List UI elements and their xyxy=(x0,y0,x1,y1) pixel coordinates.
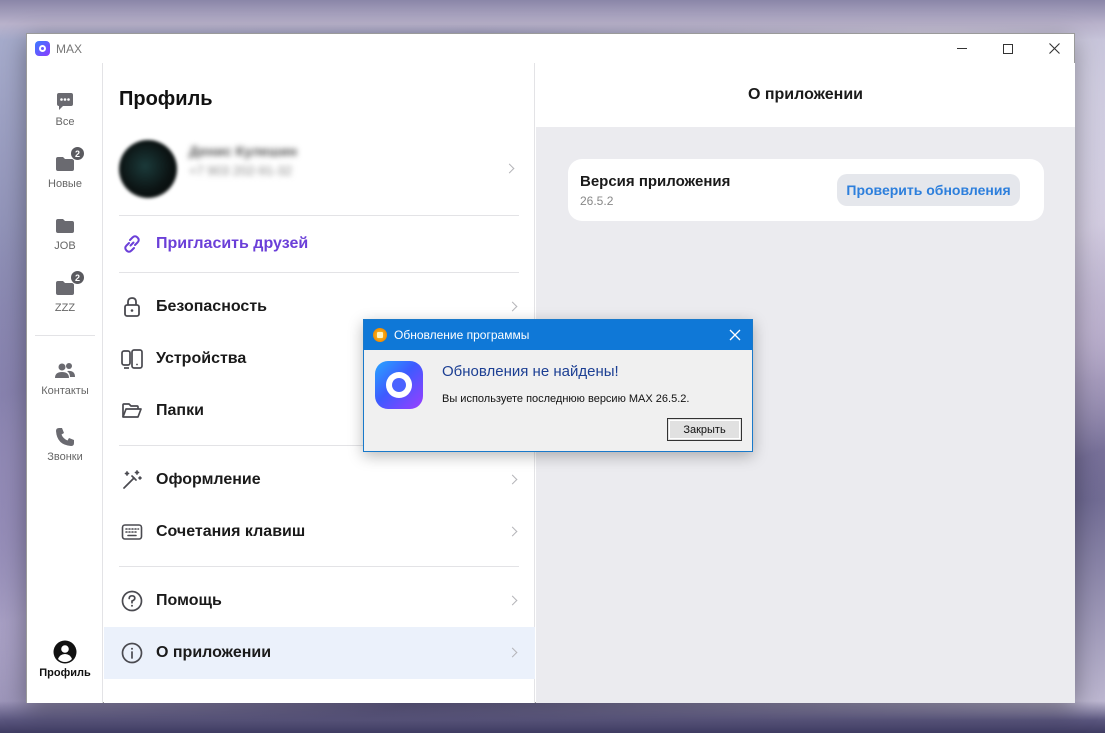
info-icon xyxy=(120,641,144,665)
lock-icon xyxy=(120,295,144,319)
dialog-message: Вы используете последнюю версию MAX 26.5… xyxy=(442,393,690,405)
chat-bubble-icon xyxy=(54,91,76,113)
close-icon xyxy=(1048,43,1060,54)
settings-item-label: Оформление xyxy=(156,471,261,488)
devices-icon xyxy=(120,347,144,371)
rail-item-label: Звонки xyxy=(47,451,83,463)
rail-item-new[interactable]: 2 Новые xyxy=(27,146,103,190)
version-value: 26.5.2 xyxy=(580,194,614,208)
divider xyxy=(119,215,519,216)
rail-item-label: JOB xyxy=(54,240,76,252)
minimize-icon xyxy=(957,48,967,49)
desktop-wallpaper-bottom xyxy=(0,701,1105,733)
update-app-icon xyxy=(373,328,387,342)
folder-icon: 2 xyxy=(54,146,85,175)
profile-card[interactable]: Денис Кулешин +7 903 202-91-32 xyxy=(119,135,519,201)
chevron-right-icon xyxy=(507,301,518,312)
rail-item-zzz[interactable]: 2 ZZZ xyxy=(27,270,103,314)
version-label: Версия приложения xyxy=(580,173,731,190)
rail-item-profile[interactable]: Профиль xyxy=(27,640,103,679)
dialog-heading: Обновления не найдены! xyxy=(442,363,619,380)
link-icon xyxy=(120,232,144,256)
rail-item-all[interactable]: Все xyxy=(27,91,103,128)
folder-open-icon xyxy=(120,399,144,423)
close-button[interactable] xyxy=(1031,34,1077,63)
settings-item-label: О приложении xyxy=(156,644,272,661)
settings-item-help[interactable]: Помощь xyxy=(104,575,535,627)
rail-item-calls[interactable]: Звонки xyxy=(27,426,103,463)
dialog-close-action-button[interactable]: Закрыть xyxy=(667,418,742,441)
settings-item-label: Безопасность xyxy=(156,298,267,315)
app-logo-icon xyxy=(35,41,50,56)
maximize-icon xyxy=(1003,43,1013,54)
invite-friends-label: Пригласить друзей xyxy=(156,235,309,252)
settings-item-appearance[interactable]: Оформление xyxy=(104,454,535,506)
unread-badge: 2 xyxy=(70,270,85,285)
rail-item-job[interactable]: JOB xyxy=(27,215,103,252)
dialog-titlebar[interactable]: Обновление программы xyxy=(364,320,752,350)
page-title: Профиль xyxy=(119,88,213,110)
chevron-right-icon xyxy=(507,595,518,606)
minimize-button[interactable] xyxy=(939,34,985,63)
profile-name: Денис Кулешин xyxy=(189,143,298,159)
about-title: О приложении xyxy=(747,86,864,103)
divider xyxy=(119,272,519,273)
check-updates-button[interactable]: Проверить обновления xyxy=(837,174,1020,206)
dialog-close-button[interactable] xyxy=(724,324,746,346)
magic-wand-icon xyxy=(120,468,144,492)
chevron-right-icon xyxy=(507,647,518,658)
rail-item-label: ZZZ xyxy=(54,302,76,314)
version-card: Версия приложения 26.5.2 Проверить обнов… xyxy=(568,159,1044,221)
rail-item-contacts[interactable]: Контакты xyxy=(27,360,103,397)
help-icon xyxy=(120,589,144,613)
settings-item-label: Сочетания клавиш xyxy=(156,523,306,540)
settings-item-shortcuts[interactable]: Сочетания клавиш xyxy=(104,506,535,558)
rail-item-label: Контакты xyxy=(41,385,89,397)
max-logo-icon xyxy=(375,361,423,409)
close-icon xyxy=(729,329,741,341)
rail-item-label: Новые xyxy=(48,178,82,190)
update-dialog: Обновление программы Обновления не найде… xyxy=(363,319,753,452)
chevron-right-icon xyxy=(507,526,518,537)
rail-divider xyxy=(35,335,95,336)
avatar xyxy=(119,140,177,198)
chevron-right-icon xyxy=(504,163,515,174)
about-header: О приложении xyxy=(536,63,1075,127)
folder-icon xyxy=(54,215,76,237)
window-title: MAX xyxy=(56,42,83,56)
phone-icon xyxy=(54,426,76,448)
contacts-icon xyxy=(54,360,76,382)
divider xyxy=(119,566,519,567)
settings-item-label: Папки xyxy=(156,402,204,419)
settings-item-about[interactable]: О приложении xyxy=(104,627,535,679)
rail-item-label: Все xyxy=(55,116,75,128)
nav-rail: Все 2 Новые JOB 2 ZZZ Контакты Звонки Пр… xyxy=(27,63,103,703)
dialog-title: Обновление программы xyxy=(394,328,530,342)
invite-friends-link[interactable]: Пригласить друзей xyxy=(104,218,535,270)
folder-icon: 2 xyxy=(54,270,85,299)
unread-badge: 2 xyxy=(70,146,85,161)
settings-item-label: Устройства xyxy=(156,350,247,367)
maximize-button[interactable] xyxy=(985,34,1031,63)
profile-icon xyxy=(53,640,77,664)
settings-item-label: Помощь xyxy=(156,592,222,609)
titlebar[interactable]: MAX xyxy=(27,34,1074,63)
chevron-right-icon xyxy=(507,474,518,485)
rail-item-label: Профиль xyxy=(39,667,91,679)
keyboard-icon xyxy=(120,520,144,544)
profile-phone: +7 903 202-91-32 xyxy=(189,163,293,178)
